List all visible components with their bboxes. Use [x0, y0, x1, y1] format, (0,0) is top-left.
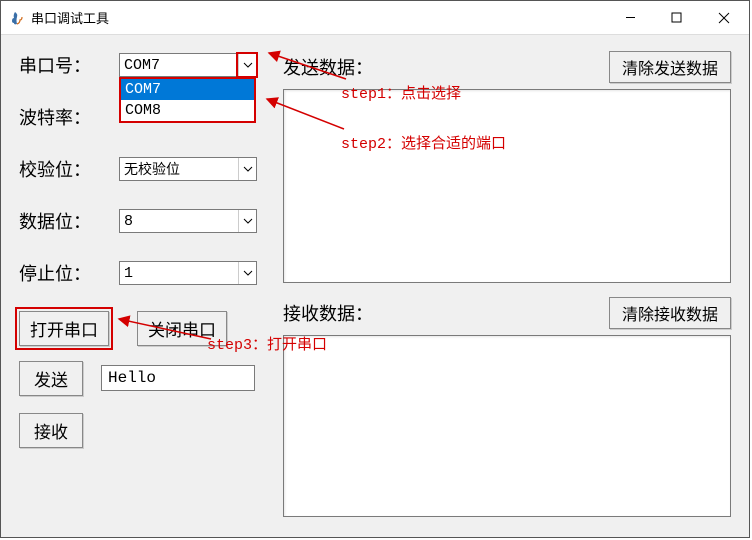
titlebar: 串口调试工具	[1, 1, 749, 35]
annotation-step3: step3：打开串口	[207, 333, 327, 354]
recv-button[interactable]: 接收	[19, 413, 83, 448]
databits-row: 数据位： 8	[19, 207, 283, 235]
send-header: 发送数据： 清除发送数据	[283, 51, 731, 83]
chevron-down-icon[interactable]	[238, 262, 256, 284]
annotation-step2: step2：选择合适的端口	[341, 132, 506, 153]
window-title: 串口调试工具	[31, 8, 607, 27]
chevron-down-icon[interactable]	[238, 54, 256, 76]
stopbits-row: 停止位： 1	[19, 259, 283, 287]
port-label: 串口号：	[19, 52, 119, 78]
port-option-com7[interactable]: COM7	[121, 79, 254, 100]
chevron-down-icon[interactable]	[238, 158, 256, 180]
parity-label: 校验位：	[19, 156, 119, 182]
databits-label: 数据位：	[19, 208, 119, 234]
recv-data-label: 接收数据：	[283, 300, 609, 326]
port-row: 串口号： COM7 COM7 COM8	[19, 51, 283, 79]
send-input[interactable]	[101, 365, 255, 391]
port-combo[interactable]: COM7 COM7 COM8	[119, 53, 257, 77]
send-button[interactable]: 发送	[19, 361, 83, 396]
stopbits-combo[interactable]: 1	[119, 261, 257, 285]
stopbits-label: 停止位：	[19, 260, 119, 286]
clear-send-button[interactable]: 清除发送数据	[609, 51, 731, 83]
parity-combo-value: 无校验位	[120, 159, 238, 179]
databits-combo[interactable]: 8	[119, 209, 257, 233]
send-textarea[interactable]	[283, 89, 731, 283]
send-data-label: 发送数据：	[283, 54, 609, 80]
window-controls	[607, 1, 749, 34]
port-combo-value: COM7	[120, 57, 238, 74]
app-icon	[9, 10, 25, 26]
left-panel: 串口号： COM7 COM7 COM8 波特率：	[1, 35, 283, 537]
send-row: 发送	[19, 364, 283, 392]
baud-label: 波特率：	[19, 104, 119, 130]
minimize-button[interactable]	[607, 1, 653, 34]
right-panel: 发送数据： 清除发送数据 接收数据： 清除接收数据	[283, 35, 749, 537]
parity-combo[interactable]: 无校验位	[119, 157, 257, 181]
maximize-button[interactable]	[653, 1, 699, 34]
databits-combo-value: 8	[120, 213, 238, 230]
stopbits-combo-value: 1	[120, 265, 238, 282]
recv-textarea[interactable]	[283, 335, 731, 517]
open-port-button[interactable]: 打开串口	[19, 311, 109, 346]
chevron-down-icon[interactable]	[238, 210, 256, 232]
port-dropdown-list: COM7 COM8	[119, 77, 256, 123]
parity-row: 校验位： 无校验位	[19, 155, 283, 183]
close-button[interactable]	[699, 1, 749, 34]
recv-header: 接收数据： 清除接收数据	[283, 297, 731, 329]
port-option-com8[interactable]: COM8	[121, 100, 254, 121]
content-area: 串口号： COM7 COM7 COM8 波特率：	[1, 35, 749, 537]
clear-recv-button[interactable]: 清除接收数据	[609, 297, 731, 329]
annotation-step1: step1：点击选择	[341, 82, 461, 103]
recv-row: 接收	[19, 416, 283, 444]
app-window: 串口调试工具 串口号： COM7	[0, 0, 750, 538]
